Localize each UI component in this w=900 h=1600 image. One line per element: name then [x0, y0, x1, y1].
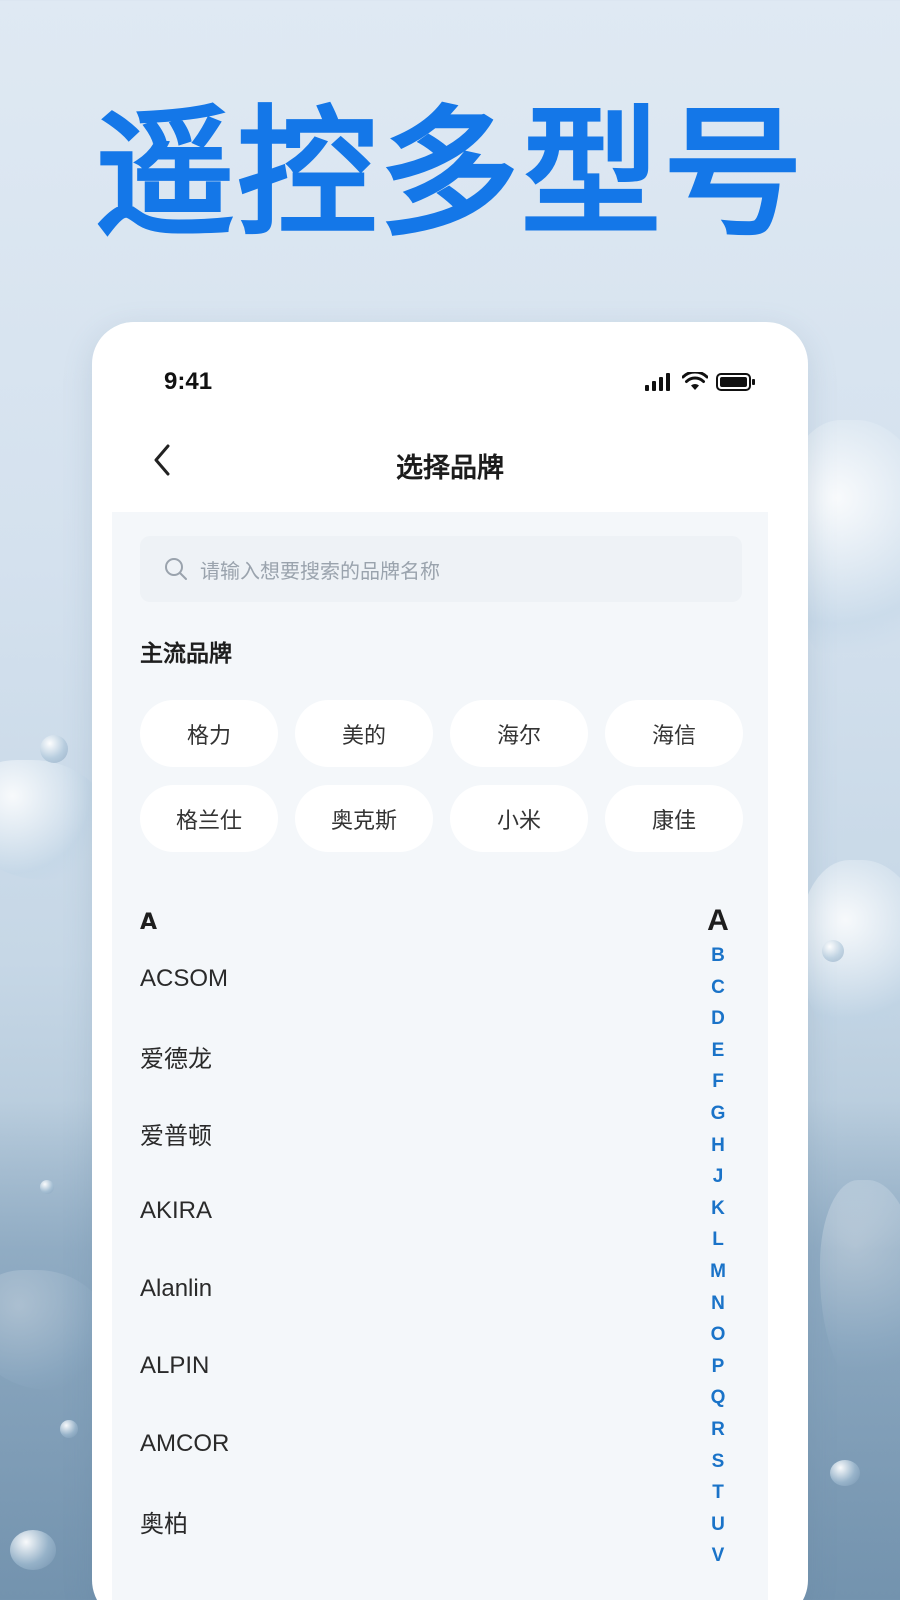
alphabet-index-letter[interactable]: K [711, 1193, 725, 1225]
alphabet-index-letter[interactable]: G [711, 1098, 726, 1130]
status-icons [644, 372, 756, 392]
brand-chip[interactable]: 奥克斯 [295, 785, 433, 852]
alphabet-index-letter[interactable]: F [712, 1066, 724, 1098]
alphabet-index-letter[interactable]: P [712, 1351, 725, 1383]
status-bar: 9:41 [92, 322, 808, 432]
alphabet-index-letter[interactable]: M [710, 1256, 726, 1288]
list-item[interactable]: 爱普顿 [140, 1095, 700, 1173]
water-drop [40, 735, 68, 763]
brand-selection-content: 请输入想要搜索的品牌名称 主流品牌 格力 美的 海尔 海信 格兰仕 奥克斯 小米… [112, 512, 768, 1600]
water-drop [822, 940, 844, 962]
search-placeholder: 请输入想要搜索的品牌名称 [200, 558, 440, 583]
brand-chip[interactable]: 康佳 [605, 785, 743, 852]
water-drop [830, 1460, 860, 1486]
list-item[interactable]: 爱德龙 [140, 1018, 700, 1096]
water-drop [40, 1180, 54, 1194]
brand-group-header: A [140, 910, 158, 935]
alphabet-index-letter[interactable]: B [711, 940, 725, 972]
search-input[interactable]: 请输入想要搜索的品牌名称 [140, 536, 742, 602]
alphabet-index-letter[interactable]: Q [711, 1382, 726, 1414]
list-item[interactable]: AMCOR [140, 1405, 700, 1483]
list-item[interactable]: 奥柏 [140, 1483, 700, 1561]
alphabet-index: A B C D E F G H J K L M N O P Q R S T U … [698, 902, 738, 1572]
battery-icon [716, 373, 755, 391]
alphabet-index-letter[interactable]: L [712, 1224, 724, 1256]
alphabet-index-letter[interactable]: T [712, 1477, 724, 1509]
brand-chip[interactable]: 格力 [140, 700, 278, 767]
alphabet-index-letter[interactable]: U [711, 1509, 725, 1541]
signal-icon [645, 373, 670, 391]
phone-mockup: 9:41 选择品牌 请输入想要搜索的品牌名称 主流品牌 格力 美的 海尔 海信 … [92, 322, 808, 1600]
list-item[interactable]: Alanlin [140, 1250, 700, 1328]
alphabet-index-letter[interactable]: H [711, 1130, 725, 1162]
popular-brands-grid: 格力 美的 海尔 海信 格兰仕 奥克斯 小米 康佳 [140, 700, 744, 852]
alphabet-index-letter[interactable]: C [711, 972, 725, 1004]
brand-chip[interactable]: 小米 [450, 785, 588, 852]
brand-chip[interactable]: 海尔 [450, 700, 588, 767]
alphabet-index-letter[interactable]: O [711, 1319, 726, 1351]
alphabet-index-letter[interactable]: N [711, 1288, 725, 1320]
brand-list: ACSOM 爱德龙 爱普顿 AKIRA Alanlin ALPIN AMCOR … [140, 940, 700, 1560]
brand-chip[interactable]: 海信 [605, 700, 743, 767]
wifi-icon [682, 372, 708, 390]
search-icon [165, 558, 187, 580]
alphabet-index-letter[interactable]: V [712, 1540, 725, 1572]
water-drop [60, 1420, 78, 1438]
alphabet-index-letter[interactable]: D [711, 1003, 725, 1035]
list-item[interactable]: AKIRA [140, 1173, 700, 1251]
alphabet-index-letter[interactable]: S [712, 1446, 725, 1478]
alphabet-index-current[interactable]: A [707, 902, 729, 940]
list-item[interactable]: ACSOM [140, 940, 700, 1018]
hero-title: 遥控多型号 [94, 93, 805, 256]
brand-chip[interactable]: 格兰仕 [140, 785, 278, 852]
alphabet-index-letter[interactable]: R [711, 1414, 725, 1446]
popular-brands-title: 主流品牌 [140, 641, 232, 667]
water-drop [10, 1530, 56, 1570]
alphabet-index-letter[interactable]: J [713, 1161, 724, 1193]
nav-bar: 选择品牌 [92, 432, 808, 512]
page-title: 选择品牌 [396, 453, 504, 484]
ice-decoration [800, 860, 900, 1060]
status-time: 9:41 [164, 368, 213, 395]
brand-chip[interactable]: 美的 [295, 700, 433, 767]
alphabet-index-letter[interactable]: E [712, 1035, 725, 1067]
list-item[interactable]: ALPIN [140, 1328, 700, 1406]
